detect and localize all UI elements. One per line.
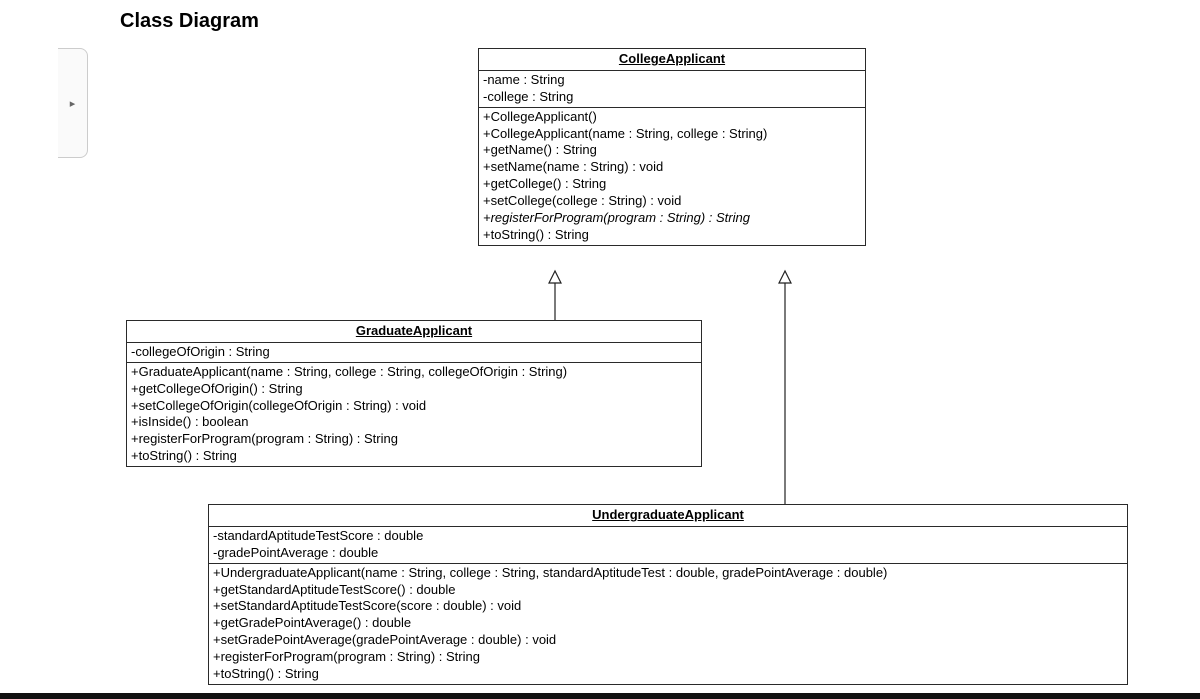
uml-member: +getCollegeOfOrigin() : String <box>131 381 697 398</box>
uml-member: +registerForProgram(program : String) : … <box>131 431 697 448</box>
class-name-graduate-applicant: GraduateApplicant <box>127 321 701 343</box>
class-undergraduate-applicant: UndergraduateApplicant -standardAptitude… <box>208 504 1128 685</box>
uml-member: +CollegeApplicant(name : String, college… <box>483 126 861 143</box>
class-graduate-applicant: GraduateApplicant -collegeOfOrigin : Str… <box>126 320 702 467</box>
uml-member: +toString() : String <box>483 227 861 244</box>
uml-member: +GraduateApplicant(name : String, colleg… <box>131 364 697 381</box>
uml-member: +getName() : String <box>483 142 861 159</box>
class-attrs-college-applicant: -name : String-college : String <box>479 71 865 108</box>
class-attrs-undergraduate-applicant: -standardAptitudeTestScore : double-grad… <box>209 527 1127 564</box>
uml-member: +isInside() : boolean <box>131 414 697 431</box>
uml-member: +toString() : String <box>131 448 697 465</box>
uml-member: +getGradePointAverage() : double <box>213 615 1123 632</box>
uml-member: +setCollege(college : String) : void <box>483 193 861 210</box>
uml-member: +toString() : String <box>213 666 1123 683</box>
chevron-right-icon: ▸ <box>70 97 76 110</box>
class-methods-undergraduate-applicant: +UndergraduateApplicant(name : String, c… <box>209 564 1127 684</box>
class-college-applicant: CollegeApplicant -name : String-college … <box>478 48 866 246</box>
uml-member: +registerForProgram(program : String) : … <box>483 210 861 227</box>
uml-member: +getStandardAptitudeTestScore() : double <box>213 582 1123 599</box>
uml-member: -standardAptitudeTestScore : double <box>213 528 1123 545</box>
uml-member: +setName(name : String) : void <box>483 159 861 176</box>
class-attrs-graduate-applicant: -collegeOfOrigin : String <box>127 343 701 363</box>
class-methods-graduate-applicant: +GraduateApplicant(name : String, colleg… <box>127 363 701 466</box>
uml-member: +setGradePointAverage(gradePointAverage … <box>213 632 1123 649</box>
uml-member: -college : String <box>483 89 861 106</box>
uml-member: +UndergraduateApplicant(name : String, c… <box>213 565 1123 582</box>
uml-member: +setStandardAptitudeTestScore(score : do… <box>213 598 1123 615</box>
uml-member: +getCollege() : String <box>483 176 861 193</box>
uml-member: -collegeOfOrigin : String <box>131 344 697 361</box>
class-name-undergraduate-applicant: UndergraduateApplicant <box>209 505 1127 527</box>
uml-member: +registerForProgram(program : String) : … <box>213 649 1123 666</box>
uml-member: +setCollegeOfOrigin(collegeOfOrigin : St… <box>131 398 697 415</box>
page-title: Class Diagram <box>120 10 259 33</box>
bottom-divider <box>0 693 1200 699</box>
uml-member: -name : String <box>483 72 861 89</box>
expand-side-tab[interactable]: ▸ <box>58 48 88 158</box>
class-methods-college-applicant: +CollegeApplicant()+CollegeApplicant(nam… <box>479 108 865 245</box>
uml-member: +CollegeApplicant() <box>483 109 861 126</box>
uml-member: -gradePointAverage : double <box>213 545 1123 562</box>
class-name-college-applicant: CollegeApplicant <box>479 49 865 71</box>
